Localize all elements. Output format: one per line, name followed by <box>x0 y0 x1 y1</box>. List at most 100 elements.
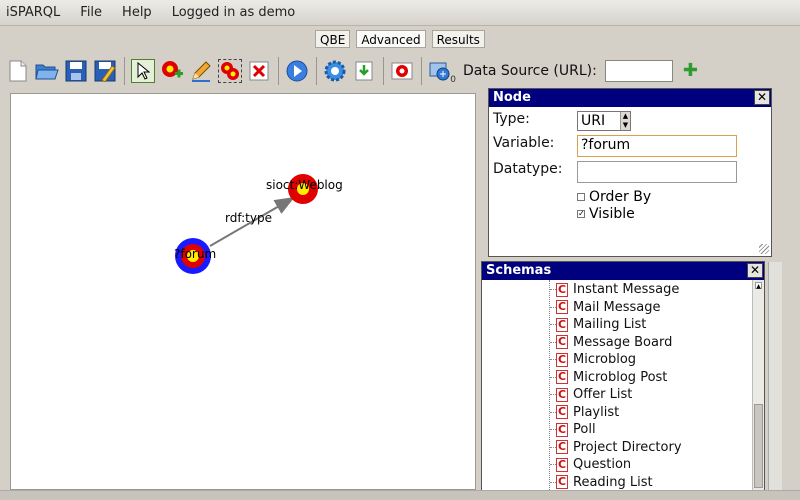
tree-guide-line <box>549 280 550 490</box>
schema-item-label: Playlist <box>573 404 620 420</box>
schema-list-item[interactable]: C Microblog Post <box>556 369 667 386</box>
schema-item-label: Poll <box>573 422 596 437</box>
order-by-label: Order By <box>589 189 652 205</box>
pencil-edit-icon[interactable] <box>189 59 213 83</box>
node-panel-title-text: Node <box>493 90 531 105</box>
group-nodes-icon[interactable] <box>218 59 242 83</box>
delete-icon[interactable] <box>247 59 271 83</box>
add-datasource-icon[interactable]: ✚ <box>683 62 698 80</box>
visible-label: Visible <box>589 206 635 222</box>
class-icon: C <box>556 440 568 454</box>
class-icon: C <box>556 405 568 419</box>
select-pointer-icon[interactable] <box>131 59 155 83</box>
schema-list-item[interactable]: C Poll <box>556 421 596 438</box>
toolbar: 0 Data Source (URL): ✚ <box>0 52 800 90</box>
variable-label: Variable: <box>493 135 555 151</box>
scroll-up-arrow-icon[interactable]: ▲ <box>755 282 762 290</box>
schema-item-label: Microblog Post <box>573 369 668 385</box>
status-bar <box>0 490 800 500</box>
schema-list-item[interactable]: C Mailing List <box>556 316 646 333</box>
toolbar-separator <box>278 57 279 85</box>
class-icon: C <box>556 335 568 349</box>
schema-item-label: Microblog <box>573 352 637 367</box>
node-panel-title: Node ✕ <box>489 89 771 107</box>
datasource-label: Data Source (URL): <box>463 63 597 79</box>
schemas-panel-title: Schemas ✕ <box>482 262 764 280</box>
add-node-icon[interactable] <box>160 59 184 83</box>
schema-list-item[interactable]: C Question <box>556 456 631 473</box>
new-file-icon[interactable] <box>6 59 30 83</box>
schema-item-label: Instant Message <box>573 282 680 297</box>
schema-list-item[interactable]: C Offer List <box>556 386 632 403</box>
open-folder-icon[interactable] <box>35 59 59 83</box>
datasource-url-input[interactable] <box>604 60 673 82</box>
class-icon: C <box>556 370 568 384</box>
menu-help[interactable]: Help <box>122 5 152 20</box>
menu-file[interactable]: File <box>80 5 102 20</box>
toolbar-separator <box>316 57 317 85</box>
schema-item-label: Mail Message <box>573 299 661 315</box>
close-icon[interactable]: ✕ <box>747 263 763 278</box>
toolbar-separator <box>124 57 125 85</box>
class-icon: C <box>556 352 568 367</box>
type-label: Type: <box>493 111 530 127</box>
toolbar-separator <box>421 57 422 85</box>
schema-item-label: Message Board <box>573 334 673 350</box>
tab-results[interactable]: Results <box>431 30 485 48</box>
query-canvas[interactable]: ?forum sioct:Weblog rdf:type <box>10 93 476 490</box>
schema-list-item[interactable]: C Instant Message <box>556 281 679 298</box>
schema-list-item[interactable]: C Mail Message <box>556 299 661 316</box>
toolbar-separator <box>383 57 384 85</box>
menu-bar: iSPARQL File Help Logged in as demo <box>0 0 800 26</box>
schema-item-label: Offer List <box>573 387 633 402</box>
node-label-weblog: sioct:Weblog <box>266 178 343 192</box>
schema-item-label: Reading List <box>573 474 653 490</box>
schemas-panel: Schemas ✕ C Instant Message C Mail Message C… <box>481 261 765 491</box>
node-properties-panel: Node ✕ Type: URI ▲ ▼ Variable: ?forum Dat… <box>488 88 772 257</box>
class-icon: C <box>556 387 568 402</box>
schemas-tree: C Instant Message C Mail Message C Mailing Li… <box>482 280 752 490</box>
node-label-forum: ?forum <box>174 247 216 261</box>
class-icon: C <box>556 457 568 472</box>
right-edge <box>782 52 800 490</box>
class-icon: C <box>556 282 568 297</box>
schema-item-label: Mailing List <box>573 317 647 332</box>
class-icon: C <box>556 475 568 489</box>
schema-item-label: Project Directory <box>573 439 682 455</box>
schema-list-item[interactable]: C Message Board <box>556 334 672 351</box>
datasource-icon[interactable]: 0 <box>428 59 456 85</box>
order-by-checkbox[interactable]: Order By <box>577 189 651 205</box>
save-as-icon[interactable] <box>93 59 117 83</box>
schema-list-item[interactable]: C Playlist <box>556 404 619 421</box>
schemas-panel-title-text: Schemas <box>486 263 552 278</box>
import-icon[interactable] <box>352 59 376 83</box>
save-icon[interactable] <box>64 59 88 83</box>
schema-list-item[interactable]: C Reading List <box>556 474 653 491</box>
type-select[interactable]: URI ▲ ▼ <box>577 111 631 131</box>
datatype-label: Datatype: <box>493 161 563 177</box>
datasource-count: 0 <box>450 75 456 85</box>
tab-qbe[interactable]: QBE <box>315 30 351 48</box>
resize-grip-icon[interactable] <box>759 244 769 254</box>
checkbox-checked-icon: ✓ <box>577 209 585 218</box>
window-scrollbar[interactable] <box>768 262 782 490</box>
visible-checkbox[interactable]: ✓ Visible <box>577 206 635 222</box>
checkbox-unchecked-icon <box>577 193 585 201</box>
logged-in-status: Logged in as demo <box>171 5 296 20</box>
schemas-scrollbar[interactable]: ▲ <box>752 280 764 490</box>
settings-gear-icon[interactable] <box>323 59 347 83</box>
chevron-updown-icon: ▲ ▼ <box>620 112 630 130</box>
close-icon[interactable]: ✕ <box>754 90 770 105</box>
help-lifebuoy-icon[interactable] <box>390 59 414 83</box>
schema-list-item[interactable]: C Microblog <box>556 351 636 368</box>
run-query-icon[interactable] <box>285 59 309 83</box>
edge-label: rdf:type <box>225 211 272 225</box>
scrollbar-thumb[interactable] <box>754 404 763 488</box>
datatype-input[interactable] <box>577 161 737 183</box>
type-select-value: URI <box>581 113 606 129</box>
class-icon: C <box>556 422 568 437</box>
class-icon: C <box>556 317 568 332</box>
variable-input[interactable]: ?forum <box>577 135 737 157</box>
tab-advanced[interactable]: Advanced <box>356 30 426 48</box>
schema-list-item[interactable]: C Project Directory <box>556 439 682 456</box>
